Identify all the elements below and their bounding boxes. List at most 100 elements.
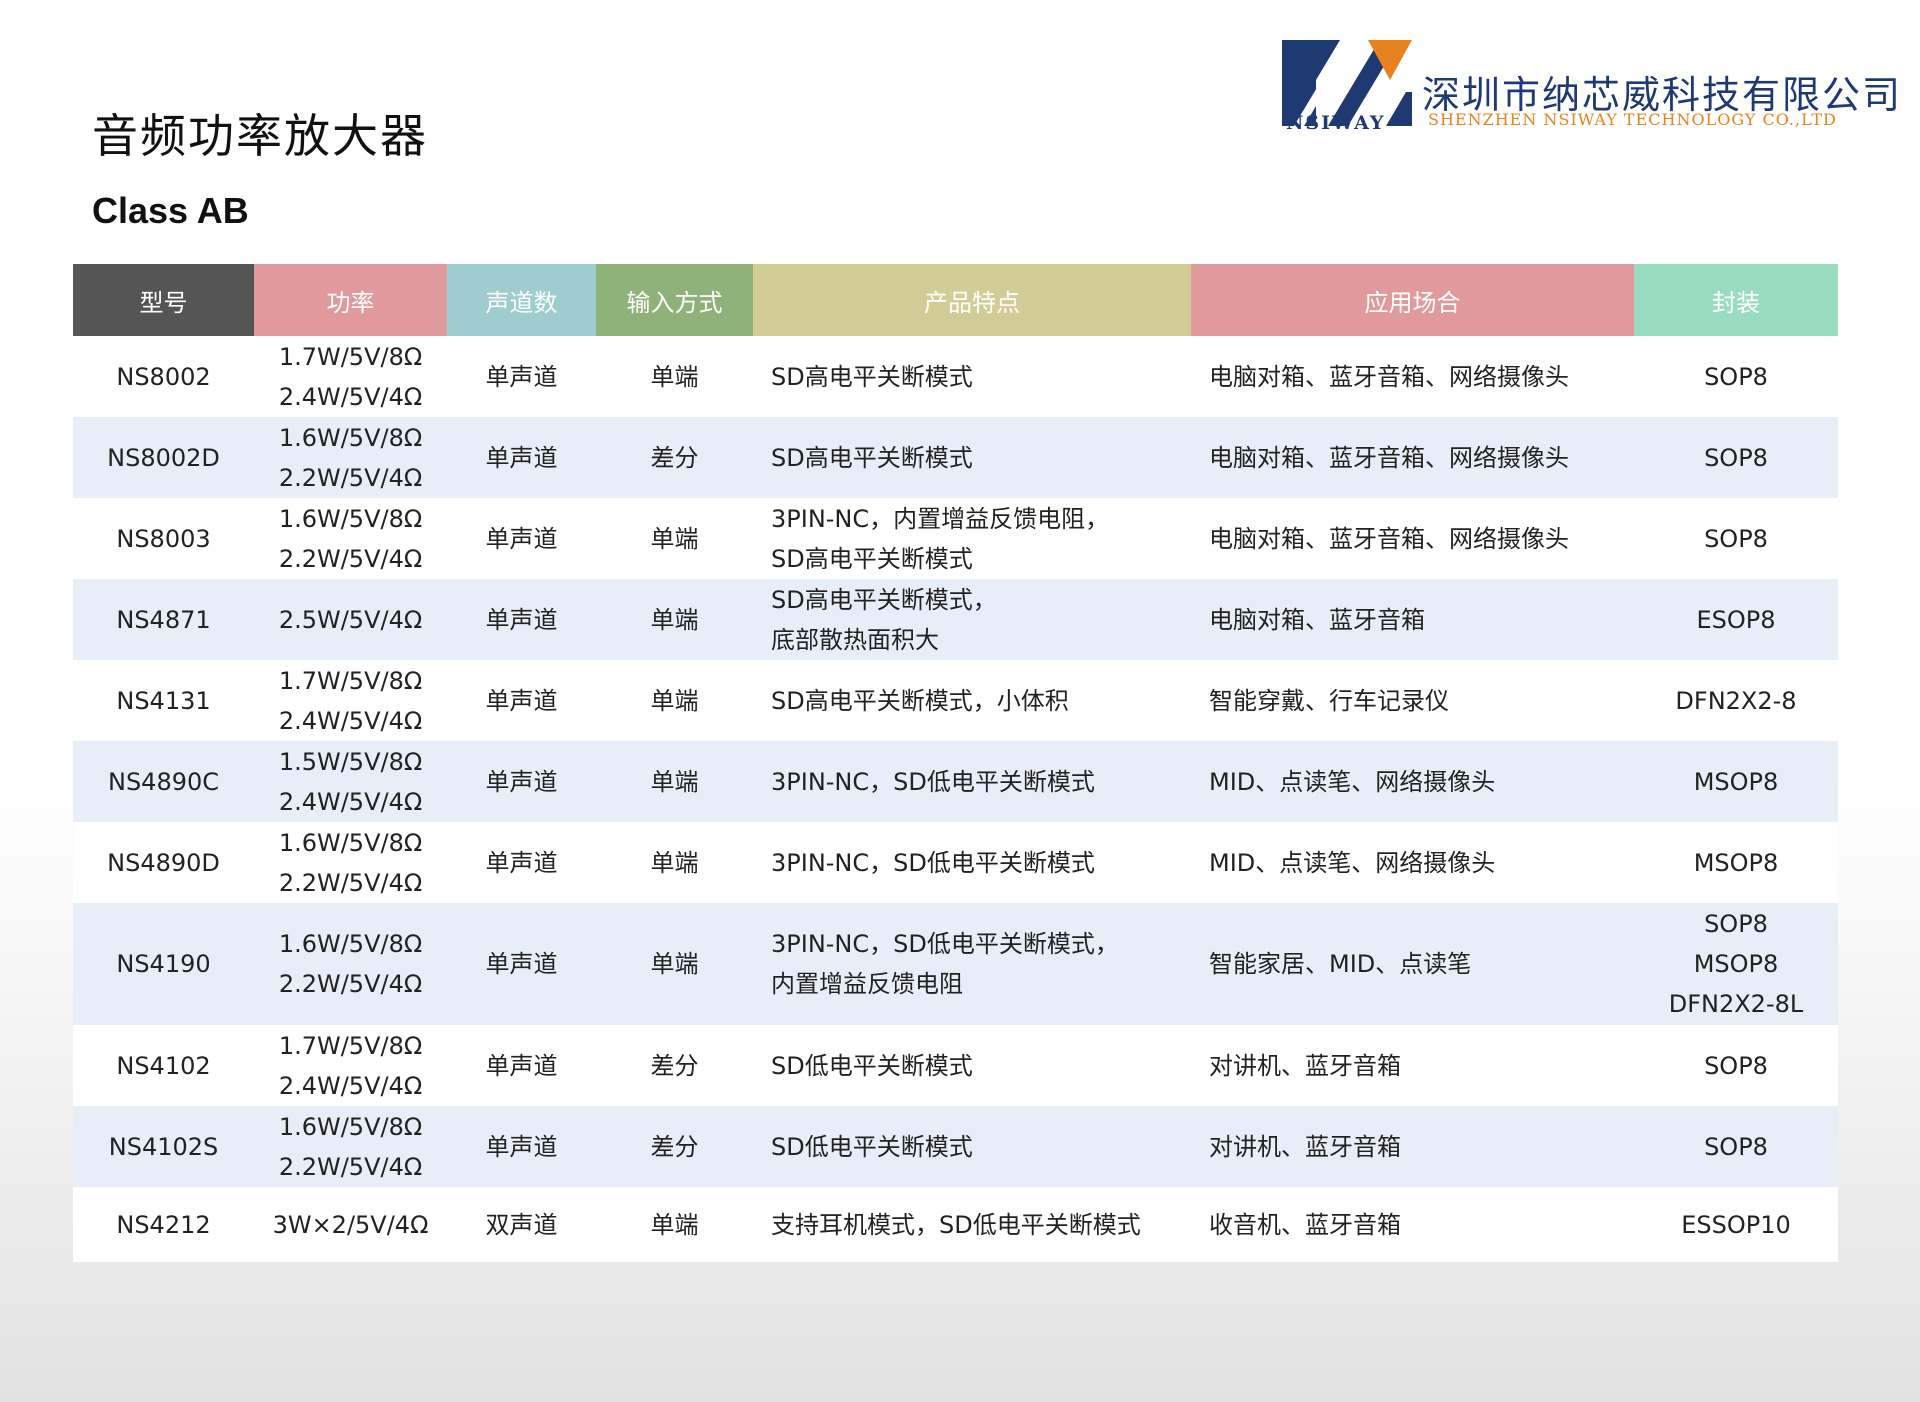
cell-model: NS8002 bbox=[73, 336, 254, 417]
cell-channels: 单声道 bbox=[447, 822, 596, 903]
cell-features: 3PIN-NC，SD低电平关断模式， 内置增益反馈电阻 bbox=[753, 903, 1191, 1025]
cell-features: SD高电平关断模式 bbox=[753, 336, 1191, 417]
cell-line: SOP8 bbox=[1704, 362, 1768, 391]
cell-line: DFN2X2-8 bbox=[1675, 686, 1797, 715]
cell-power: 1.6W/5V/8Ω 2.2W/5V/4Ω bbox=[254, 417, 447, 498]
cell-input: 差分 bbox=[596, 1025, 753, 1106]
cell-line: 3PIN-NC，SD低电平关断模式， bbox=[771, 930, 1119, 958]
cell-power: 1.6W/5V/8Ω 2.2W/5V/4Ω bbox=[254, 1106, 447, 1187]
column-header: 产品特点 bbox=[753, 264, 1191, 336]
cell-line: 3PIN-NC，内置增益反馈电阻， bbox=[771, 504, 1110, 533]
cell-line: 2.2W/5V/4Ω bbox=[278, 1152, 423, 1181]
cell-line: 3PIN-NC，SD低电平关断模式 bbox=[771, 767, 1095, 796]
cell-line: 1.6W/5V/8Ω bbox=[278, 1112, 423, 1141]
cell-package: ESSOP10 bbox=[1634, 1187, 1838, 1262]
cell-line: MSOP8 bbox=[1693, 848, 1779, 877]
cell-application: 对讲机、蓝牙音箱 bbox=[1191, 1025, 1634, 1106]
cell-channels: 单声道 bbox=[447, 336, 596, 417]
cell-line: SOP8 bbox=[1704, 1051, 1768, 1080]
cell-input: 单端 bbox=[596, 741, 753, 822]
cell-model: NS4890D bbox=[73, 822, 254, 903]
cell-application: MID、点读笔、网络摄像头 bbox=[1191, 741, 1634, 822]
cell-package: MSOP8 bbox=[1634, 741, 1838, 822]
cell-line: MSOP8 bbox=[1693, 950, 1779, 978]
page-subtitle: Class AB bbox=[92, 190, 249, 231]
cell-power: 1.7W/5V/8Ω 2.4W/5V/4Ω bbox=[254, 660, 447, 741]
cell-power: 3W×2/5V/4Ω bbox=[254, 1187, 447, 1262]
cell-line: SOP8 bbox=[1704, 524, 1768, 553]
cell-line: 2.4W/5V/4Ω bbox=[278, 382, 423, 411]
cell-power: 1.6W/5V/8Ω 2.2W/5V/4Ω bbox=[254, 903, 447, 1025]
cell-line: SD高电平关断模式， bbox=[771, 585, 997, 614]
cell-package: SOP8 bbox=[1634, 417, 1838, 498]
cell-model: NS8003 bbox=[73, 498, 254, 579]
cell-power: 1.6W/5V/8Ω 2.2W/5V/4Ω bbox=[254, 822, 447, 903]
cell-line: MSOP8 bbox=[1693, 767, 1779, 796]
cell-input: 单端 bbox=[596, 1187, 753, 1262]
cell-package: DFN2X2-8 bbox=[1634, 660, 1838, 741]
cell-line: SOP8 bbox=[1704, 910, 1768, 938]
cell-power: 1.7W/5V/8Ω 2.4W/5V/4Ω bbox=[254, 1025, 447, 1106]
cell-features: SD低电平关断模式 bbox=[753, 1025, 1191, 1106]
table-row: NS4890C 1.5W/5V/8Ω 2.4W/5V/4Ω 单声道 单端 3PIN-NC，… bbox=[73, 741, 1838, 822]
cell-line: 2.4W/5V/4Ω bbox=[278, 706, 423, 735]
cell-application: 智能家居、MID、点读笔 bbox=[1191, 903, 1634, 1025]
cell-line: ESOP8 bbox=[1696, 605, 1776, 634]
cell-application: 对讲机、蓝牙音箱 bbox=[1191, 1106, 1634, 1187]
cell-package: SOP8 bbox=[1634, 1106, 1838, 1187]
cell-channels: 单声道 bbox=[447, 660, 596, 741]
cell-line: 2.4W/5V/4Ω bbox=[278, 787, 423, 816]
table-row: NS4212 3W×2/5V/4Ω 双声道 单端 支持耳机模式，SD低电平关断模式 收音机… bbox=[73, 1187, 1838, 1262]
table-row: NS4871 2.5W/5V/4Ω 单声道 单端 SD高电平关断模式， 底部散热面积大 电脑… bbox=[73, 579, 1838, 660]
cell-line: SD高电平关断模式 bbox=[771, 443, 973, 472]
column-header: 型号 bbox=[73, 264, 254, 336]
cell-package: SOP8 bbox=[1634, 336, 1838, 417]
cell-features: 支持耳机模式，SD低电平关断模式 bbox=[753, 1187, 1191, 1262]
table-row: NS4102 1.7W/5V/8Ω 2.4W/5V/4Ω 单声道 差分 SD低电平关断模式… bbox=[73, 1025, 1838, 1106]
cell-line: 3W×2/5V/4Ω bbox=[272, 1210, 429, 1239]
cell-application: MID、点读笔、网络摄像头 bbox=[1191, 822, 1634, 903]
cell-line: 2.2W/5V/4Ω bbox=[278, 868, 423, 897]
cell-power: 1.6W/5V/8Ω 2.2W/5V/4Ω bbox=[254, 498, 447, 579]
logo-abbr: NSIWAY bbox=[1286, 112, 1386, 134]
cell-channels: 双声道 bbox=[447, 1187, 596, 1262]
cell-application: 电脑对箱、蓝牙音箱、网络摄像头 bbox=[1191, 417, 1634, 498]
cell-line: 2.2W/5V/4Ω bbox=[278, 463, 423, 492]
cell-line: 支持耳机模式，SD低电平关断模式 bbox=[771, 1210, 1141, 1239]
cell-line: 2.4W/5V/4Ω bbox=[278, 1071, 423, 1100]
table-header-row: 型号 功率 声道数 输入方式 产品特点 应用场合 封装 bbox=[73, 264, 1838, 336]
column-header: 输入方式 bbox=[596, 264, 753, 336]
table-row: NS8003 1.6W/5V/8Ω 2.2W/5V/4Ω 单声道 单端 3PIN-NC，内… bbox=[73, 498, 1838, 579]
cell-input: 单端 bbox=[596, 498, 753, 579]
cell-input: 单端 bbox=[596, 336, 753, 417]
cell-features: 3PIN-NC，SD低电平关断模式 bbox=[753, 741, 1191, 822]
cell-package: ESOP8 bbox=[1634, 579, 1838, 660]
cell-line: SOP8 bbox=[1704, 443, 1768, 472]
table-row: NS4190 1.6W/5V/8Ω 2.2W/5V/4Ω 单声道 单端 3PIN-NC，S… bbox=[73, 903, 1838, 1025]
company-name-en: SHENZHEN NSIWAY TECHNOLOGY CO.,LTD bbox=[1428, 110, 1837, 129]
cell-line: 内置增益反馈电阻 bbox=[771, 970, 963, 998]
table-row: NS4890D 1.6W/5V/8Ω 2.2W/5V/4Ω 单声道 单端 3PIN-NC，… bbox=[73, 822, 1838, 903]
cell-package: SOP8 MSOP8 DFN2X2-8L bbox=[1634, 903, 1838, 1025]
cell-line: SD高电平关断模式，小体积 bbox=[771, 686, 1069, 715]
cell-line: 1.7W/5V/8Ω bbox=[278, 666, 423, 695]
page-title: 音频功率放大器 bbox=[92, 109, 428, 163]
cell-features: SD高电平关断模式 bbox=[753, 417, 1191, 498]
cell-model: NS4212 bbox=[73, 1187, 254, 1262]
cell-application: 电脑对箱、蓝牙音箱、网络摄像头 bbox=[1191, 336, 1634, 417]
table-row: NS8002D 1.6W/5V/8Ω 2.2W/5V/4Ω 单声道 差分 SD高电平关断模… bbox=[73, 417, 1838, 498]
cell-line: ESSOP10 bbox=[1681, 1210, 1791, 1239]
cell-input: 单端 bbox=[596, 822, 753, 903]
cell-channels: 单声道 bbox=[447, 579, 596, 660]
cell-input: 单端 bbox=[596, 903, 753, 1025]
cell-input: 单端 bbox=[596, 660, 753, 741]
cell-application: 电脑对箱、蓝牙音箱 bbox=[1191, 579, 1634, 660]
cell-channels: 单声道 bbox=[447, 498, 596, 579]
cell-channels: 单声道 bbox=[447, 903, 596, 1025]
cell-application: 电脑对箱、蓝牙音箱、网络摄像头 bbox=[1191, 498, 1634, 579]
cell-package: MSOP8 bbox=[1634, 822, 1838, 903]
column-header: 封装 bbox=[1634, 264, 1838, 336]
column-header: 功率 bbox=[254, 264, 447, 336]
cell-line: 2.2W/5V/4Ω bbox=[278, 544, 423, 573]
cell-input: 差分 bbox=[596, 417, 753, 498]
